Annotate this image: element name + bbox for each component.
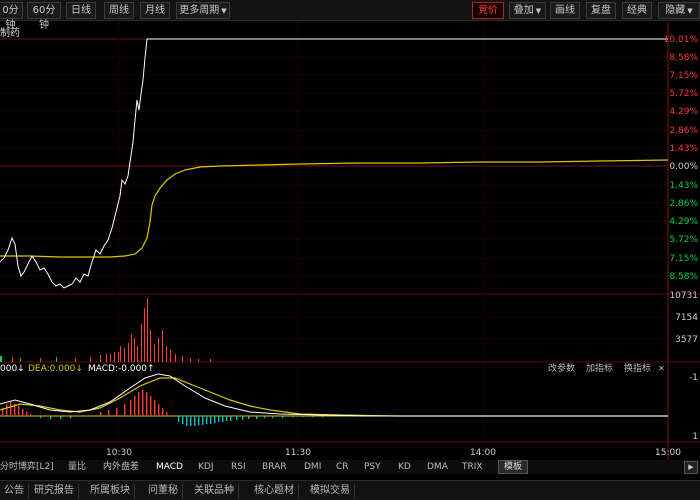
- time-axis-label: 14:00: [470, 448, 496, 458]
- tab-dmi[interactable]: DMI: [304, 460, 321, 474]
- tab-rsi[interactable]: RSI: [231, 460, 246, 474]
- volume-axis-label: 7154: [675, 313, 698, 323]
- tab-ask-secretary[interactable]: 问董秘: [144, 484, 183, 499]
- tab-macd[interactable]: MACD: [156, 460, 183, 474]
- tab-kdj[interactable]: KDJ: [198, 460, 214, 474]
- price-axis-label: 7.15%: [669, 254, 698, 264]
- tab-related-products[interactable]: 关联品种: [190, 484, 239, 499]
- macd-dea-line: [0, 377, 668, 417]
- tab-brar[interactable]: BRAR: [262, 460, 286, 474]
- price-axis-label: 2.86%: [669, 199, 698, 209]
- tab-psy[interactable]: PSY: [364, 460, 381, 474]
- macd-header: 000↓ DEA:0.000↓ MACD:-0.000↑ 改参数 加指标 换指标…: [0, 362, 700, 376]
- add-indicator-link[interactable]: 加指标: [586, 362, 613, 376]
- price-axis-label: 2.86%: [669, 126, 698, 136]
- macd-axis-label: 1: [692, 432, 698, 442]
- price-axis-label: 4.29%: [669, 217, 698, 227]
- tab-sector[interactable]: 所属板块: [86, 484, 135, 499]
- price-axis-label: 0.00%: [669, 162, 698, 172]
- price-axis-label: 5.72%: [669, 89, 698, 99]
- price-axis-label: 8.58%: [669, 53, 698, 63]
- time-axis-label: 10:30: [106, 448, 132, 458]
- scroll-right-icon[interactable]: ▶: [684, 461, 698, 474]
- intraday-chart[interactable]: 10.01% 8.58% 7.15% 5.72% 4.29% 2.86% 1.43% 0.00…: [0, 0, 700, 460]
- switch-indicator-link[interactable]: 换指标: [624, 362, 651, 376]
- macd-dif-value: 000↓: [0, 364, 25, 374]
- time-axis-label: 15:00: [655, 448, 681, 458]
- close-icon[interactable]: ✕: [658, 362, 665, 376]
- volume-axis-label: 3577: [675, 335, 698, 345]
- tab-cr[interactable]: CR: [336, 460, 349, 474]
- price-axis-label: 4.29%: [669, 107, 698, 117]
- tab-inner-outer[interactable]: 内外盘差: [103, 460, 139, 474]
- tab-trix[interactable]: TRIX: [462, 460, 483, 474]
- price-axis-label: 7.15%: [669, 71, 698, 81]
- tab-volume-ratio[interactable]: 量比: [68, 460, 86, 474]
- tab-announcement[interactable]: 公告: [0, 484, 29, 499]
- tab-dma[interactable]: DMA: [427, 460, 448, 474]
- tab-kd[interactable]: KD: [398, 460, 411, 474]
- time-axis-label: 11:30: [285, 448, 311, 458]
- volume-axis: 10731 7154 3577: [669, 291, 698, 345]
- price-axis: 10.01% 8.58% 7.15% 5.72% 4.29% 2.86% 1.43% 0.00…: [664, 35, 699, 282]
- tab-simulated-trading[interactable]: 模拟交易: [306, 484, 355, 499]
- price-axis-label: 1.43%: [669, 181, 698, 191]
- price-axis-label: 8.58%: [669, 272, 698, 282]
- change-params-link[interactable]: 改参数: [548, 362, 575, 376]
- price-axis-label: 10.01%: [664, 35, 699, 45]
- bottom-tabs: 公告 研究报告 所属板块 问董秘 关联品种 核心题材 模拟交易: [0, 480, 700, 500]
- volume-bars: [0, 298, 211, 362]
- price-axis-label: 1.43%: [669, 144, 698, 154]
- tab-research-report[interactable]: 研究报告: [30, 484, 79, 499]
- volume-axis-label: 10731: [669, 291, 698, 301]
- macd-axis: -11: [689, 373, 698, 442]
- macd-dea-value: DEA:0.000↓: [28, 364, 83, 374]
- tab-template[interactable]: 模板: [498, 460, 529, 474]
- time-axis: 10:30 11:30 14:00 15:00: [106, 448, 681, 458]
- macd-dif-line: [0, 373, 668, 417]
- indicator-tabs: 分时博弈[L2] 量比 内外盘差 MACD KDJ RSI BRAR DMI C…: [0, 460, 700, 474]
- macd-value: MACD:-0.000↑: [88, 364, 155, 374]
- tab-l2-game[interactable]: 分时博弈[L2]: [0, 460, 54, 474]
- price-axis-label: 5.72%: [669, 235, 698, 245]
- tab-core-theme[interactable]: 核心题材: [250, 484, 299, 499]
- avg-price-line: [0, 159, 669, 258]
